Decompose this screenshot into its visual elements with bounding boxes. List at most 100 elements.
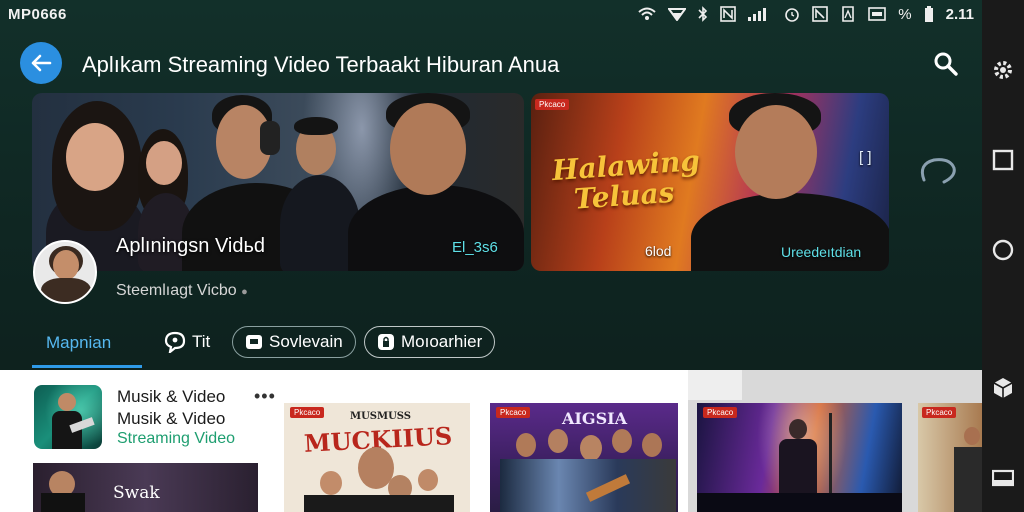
square-icon	[992, 149, 1014, 171]
carousel-next-icon[interactable]	[916, 150, 960, 190]
channel-tag: Pkcaco	[922, 407, 957, 418]
card-face	[642, 433, 662, 457]
channel-subtitle: Steemlıagt Vicbo ●	[116, 282, 248, 299]
video-card-2[interactable]: Pkcaco AIGSIA	[490, 403, 678, 512]
app-screen: MP0666 % 2.11 Aplıkam Streaming Video Te…	[0, 0, 982, 512]
hero-card-2-logo-text: Halawing Teluas	[550, 143, 701, 216]
gear-icon	[994, 61, 1012, 79]
tab-locked[interactable]: Moıoarhier	[364, 326, 496, 358]
video-card-1-heading: MUSMUSS	[350, 411, 412, 422]
back-button[interactable]	[20, 42, 62, 84]
system-nav-bar	[982, 0, 1024, 512]
card-face	[548, 429, 568, 453]
settings-button[interactable]	[982, 50, 1024, 90]
bluetooth-icon	[698, 6, 708, 22]
tab-label: Sovlevain	[269, 332, 343, 351]
list-item-subtitle: Musik & Video	[117, 409, 226, 428]
status-bar: MP0666 % 2.11	[0, 0, 982, 28]
crowd-silhouette	[697, 493, 902, 512]
video-card-small-label: Swak	[113, 483, 160, 503]
video-card-1[interactable]: Pkcaco MUSMUSS MUCKIIUS	[284, 403, 470, 512]
clock: 2.11	[945, 5, 974, 23]
hero-card-1-badge: El_3s6	[452, 239, 498, 256]
singer-body	[779, 439, 817, 499]
content-side-strip	[688, 370, 742, 400]
card-face	[612, 429, 632, 453]
musician-figure	[58, 393, 76, 411]
cast-icon	[868, 7, 887, 21]
app-switch-button[interactable]	[982, 368, 1024, 408]
circle-icon	[992, 239, 1014, 261]
tab-label: Moıoarhier	[401, 332, 483, 351]
hero-card-1[interactable]: Aplıningsn Vidьd El_3s6	[32, 93, 524, 271]
channel-tag: Pkcaco	[496, 407, 531, 418]
hero-card-1-title: Aplıningsn Vidьd	[116, 235, 266, 257]
presenter-face	[146, 141, 182, 185]
presenter-figure	[348, 185, 524, 271]
list-item-thumbnail[interactable]	[34, 385, 102, 449]
hero-card-2-caption-left: 6lod	[645, 243, 672, 259]
video-card-3[interactable]: Pkcaco	[697, 403, 902, 512]
image-icon	[842, 6, 855, 22]
video-card-2-title: AIGSIA	[562, 409, 628, 428]
card-band-bodies	[500, 459, 676, 512]
verified-icon: ●	[241, 286, 248, 298]
presenter-face	[735, 105, 817, 199]
card-person-body	[954, 447, 982, 512]
card-face	[418, 469, 438, 491]
notification-icon	[812, 6, 829, 22]
card-face	[320, 471, 342, 495]
wifi-icon	[638, 7, 656, 20]
video-card-small[interactable]: Swak	[33, 463, 258, 512]
chat-bubble-icon	[164, 331, 186, 353]
channel-tag: Pkcaco	[703, 407, 738, 418]
screen-icon	[246, 335, 262, 349]
arrow-left-icon	[31, 54, 52, 72]
cell-signal-icon	[748, 8, 767, 21]
presenter-face	[390, 103, 466, 195]
channel-tag: Pkcaco	[535, 99, 570, 110]
more-options-button[interactable]: •••	[254, 386, 276, 407]
page-title: Aplıkam Streaming Video Terbaakt Hiburan…	[82, 52, 560, 77]
signal-wifi-icon	[668, 8, 687, 21]
tab-label: Mapnian	[46, 333, 112, 352]
carrier-label: MP0666	[8, 5, 67, 23]
hero-card-2[interactable]: Pkcaco Halawing Teluas [ ] 6lod Ureedeıt…	[531, 93, 889, 271]
card-face	[580, 435, 602, 461]
card-group-body	[304, 495, 454, 512]
card-face	[516, 433, 536, 457]
alarm-icon	[785, 8, 800, 22]
presenter-hair	[294, 117, 338, 135]
presenter-face	[66, 123, 124, 191]
microphone-stand-icon	[829, 413, 832, 503]
battery-percent: %	[898, 5, 912, 23]
cube-icon	[993, 378, 1013, 398]
channel-avatar[interactable]	[33, 240, 97, 304]
home-button[interactable]	[982, 230, 1024, 270]
video-card-4[interactable]: Pkcaco	[918, 403, 982, 512]
hero-card-2-caption-right: Ureedeıtdian	[781, 244, 862, 260]
tab-screen[interactable]: Sovlevain	[232, 326, 356, 358]
corner-mark: [ ]	[859, 149, 872, 166]
channel-tag: Pkcaco	[290, 407, 325, 418]
battery-icon	[924, 6, 933, 22]
tab-chat[interactable]: Tit	[164, 326, 210, 358]
nfc-icon	[720, 6, 737, 22]
active-tab-indicator	[32, 365, 142, 368]
avatar-body	[41, 278, 91, 302]
headphones-icon	[260, 121, 280, 155]
list-item-title: Musik & Video	[117, 387, 226, 406]
back-nav-button[interactable]	[982, 458, 1024, 498]
list-item-category: Streaming Video	[117, 430, 235, 447]
avatar-face	[53, 250, 79, 280]
search-icon[interactable]	[932, 50, 960, 78]
card-face	[964, 427, 980, 445]
tab-home[interactable]: Mapnian	[32, 322, 125, 364]
recents-button[interactable]	[982, 140, 1024, 180]
card-person-body	[41, 493, 85, 512]
app-bar: Aplıkam Streaming Video Terbaakt Hiburan…	[0, 38, 982, 88]
lock-icon	[378, 334, 394, 350]
singer-face	[789, 419, 807, 439]
rectangle-icon	[992, 469, 1014, 487]
status-icons: % 2.11	[638, 6, 974, 23]
